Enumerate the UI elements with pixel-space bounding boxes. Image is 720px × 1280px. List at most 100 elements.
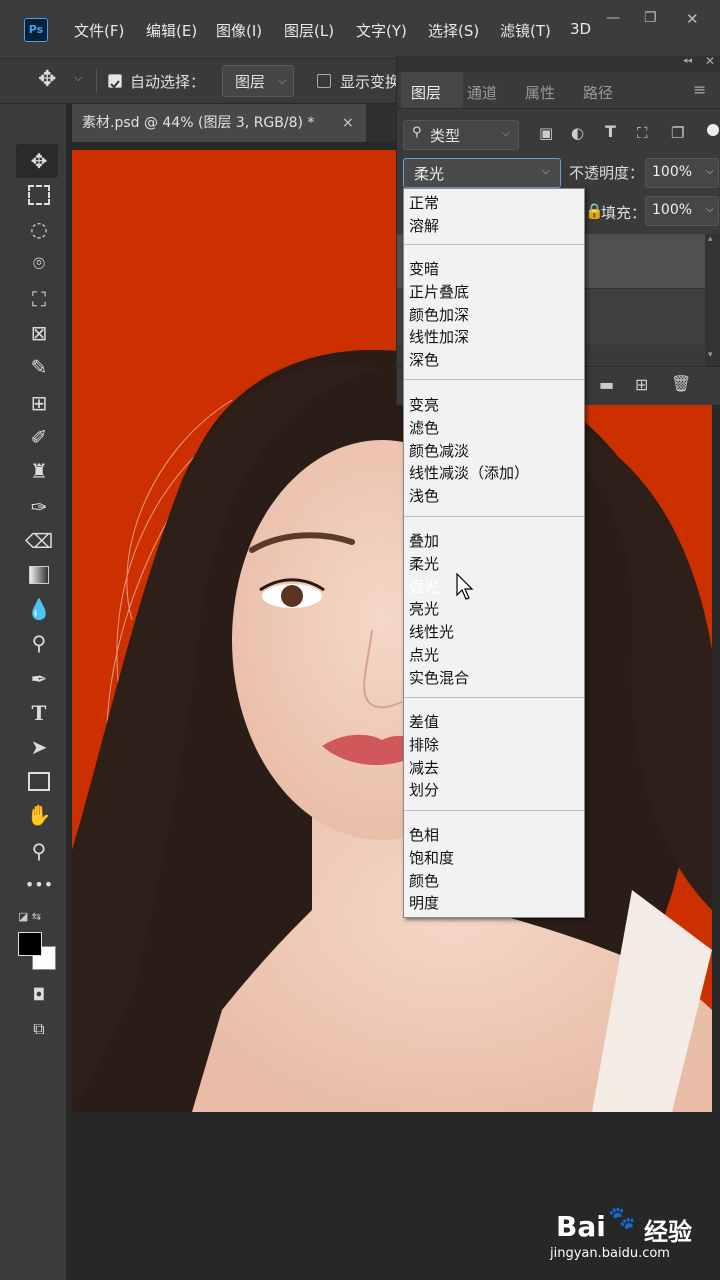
blend-mode-option[interactable]: 浅色 (409, 485, 439, 507)
blend-mode-option[interactable]: 线性加深 (409, 326, 469, 348)
frame-tool-icon[interactable]: ⊠ (24, 318, 54, 348)
menu-file[interactable]: 文件(F) (74, 20, 124, 41)
close-panel-icon[interactable]: ✕ (705, 54, 715, 68)
blend-mode-option[interactable]: 颜色减淡 (409, 440, 469, 462)
blend-mode-menu: 正常 溶解变暗 正片叠底 颜色加深 线性加深 深色变亮 滤色 颜色减淡 线性减淡（添加） 浅色叠加… (403, 188, 585, 918)
new-layer-icon[interactable]: ⊞ (635, 375, 648, 394)
type-tool-icon[interactable]: T (24, 698, 54, 728)
menu-layer[interactable]: 图层(L) (284, 20, 334, 41)
lasso-tool-icon[interactable]: ◌ (24, 214, 54, 244)
document-tab[interactable]: 素材.psd @ 44% (图层 3, RGB/8) * × (72, 104, 366, 142)
photoshop-logo: Ps (24, 18, 48, 42)
chevron-down-icon[interactable]: ⌵ (74, 71, 82, 85)
healing-brush-tool-icon[interactable]: ⊞ (24, 388, 54, 418)
auto-select-target-dropdown[interactable]: 图层 ⌵ (222, 65, 294, 97)
dodge-tool-icon[interactable]: ⚲ (24, 628, 54, 658)
blend-mode-option[interactable]: 排除 (409, 734, 439, 756)
blur-tool-icon[interactable]: 💧 (24, 594, 54, 624)
brush-tool-icon[interactable]: ✐ (24, 422, 54, 452)
hand-tool-icon[interactable]: ✋ (24, 800, 54, 830)
restore-icon[interactable]: ❐ (644, 10, 657, 26)
blend-mode-option[interactable]: 划分 (409, 779, 439, 801)
chevron-down-icon: ⌵ (706, 166, 714, 177)
tools-panel: ✥ ◌ ⌾ ⛶ ⊠ ✎ ⊞ ✐ ♜ ✑ ⌫ 💧 ⚲ ✒ T ➤ ✋ ⚲ ••• … (0, 104, 67, 1280)
more-tools-icon[interactable]: ••• (24, 870, 54, 900)
filter-type-icon[interactable]: T (605, 122, 616, 141)
blend-mode-option[interactable]: 正片叠底 (409, 281, 469, 303)
menu-separator (404, 810, 584, 811)
tab-channels[interactable]: 通道 (467, 82, 497, 103)
rectangle-tool-icon[interactable] (24, 766, 54, 796)
blend-mode-option[interactable]: 差值 (409, 711, 439, 733)
quick-mask-icon[interactable]: ◘ (24, 980, 54, 1010)
quick-select-tool-icon[interactable]: ⌾ (24, 248, 54, 278)
menu-image[interactable]: 图像(I) (216, 20, 262, 41)
blend-mode-option[interactable]: 线性光 (409, 621, 454, 643)
menu-edit[interactable]: 编辑(E) (146, 20, 197, 41)
panel-menu-icon[interactable]: ≡ (693, 80, 706, 99)
blend-mode-option[interactable]: 溶解 (409, 215, 439, 237)
pen-tool-icon[interactable]: ✒ (24, 664, 54, 694)
fill-input[interactable]: 100% ⌵ (645, 196, 719, 226)
screen-mode-icon[interactable]: ⧉ (24, 1014, 54, 1044)
filter-pixel-icon[interactable]: ▣ (539, 124, 553, 142)
menu-type[interactable]: 文字(Y) (356, 20, 407, 41)
opacity-input[interactable]: 100% ⌵ (645, 158, 719, 188)
auto-select-checkbox[interactable] (108, 74, 122, 89)
eyedropper-tool-icon[interactable]: ✎ (24, 352, 54, 382)
blend-mode-option[interactable]: 正常 (409, 192, 439, 214)
close-tab-icon[interactable]: × (342, 104, 354, 142)
blend-mode-option[interactable]: 色相 (409, 824, 439, 846)
show-transform-checkbox[interactable] (317, 74, 331, 88)
blend-mode-option[interactable]: 滤色 (409, 417, 439, 439)
zoom-tool-icon[interactable]: ⚲ (24, 836, 54, 866)
minimize-icon[interactable]: — (606, 10, 620, 26)
blend-mode-option[interactable]: 实色混合 (409, 667, 469, 689)
scroll-down-icon[interactable]: ▾ (708, 350, 713, 360)
blend-mode-dropdown[interactable]: 柔光 ⌵ (403, 158, 561, 188)
blend-mode-option[interactable]: 柔光 (409, 553, 439, 575)
menu-filter[interactable]: 滤镜(T) (500, 20, 551, 41)
gradient-tool-icon[interactable] (24, 560, 54, 590)
tab-layers[interactable]: 图层 (411, 82, 441, 103)
foreground-color-swatch[interactable] (18, 932, 42, 956)
move-tool-icon[interactable]: ✥ (24, 146, 54, 176)
blend-mode-option[interactable]: 颜色 (409, 870, 439, 892)
filter-toggle-icon[interactable] (707, 124, 719, 136)
layer-filter-dropdown[interactable]: ⚲ 类型 ⌵ (403, 120, 519, 150)
marquee-tool-icon[interactable] (24, 180, 54, 210)
tab-properties[interactable]: 属性 (525, 82, 555, 103)
blend-mode-option[interactable]: 点光 (409, 644, 439, 666)
blend-mode-option[interactable]: 变暗 (409, 258, 439, 280)
close-icon[interactable]: ✕ (686, 10, 699, 28)
filter-adjustment-icon[interactable]: ◐ (571, 124, 584, 142)
blend-mode-option[interactable]: 减去 (409, 757, 439, 779)
blend-mode-option[interactable]: 亮光 (409, 598, 439, 620)
blend-mode-option[interactable]: 明度 (409, 892, 439, 914)
blend-mode-option[interactable]: 叠加 (409, 530, 439, 552)
move-tool-icon[interactable]: ✥ (38, 67, 56, 92)
tab-paths[interactable]: 路径 (583, 82, 613, 103)
blend-mode-option[interactable]: 颜色加深 (409, 304, 469, 326)
clone-stamp-tool-icon[interactable]: ♜ (24, 456, 54, 486)
filter-smart-object-icon[interactable]: ❐ (671, 124, 684, 142)
trash-icon[interactable]: 🗑 (671, 374, 691, 393)
blend-mode-option[interactable]: 深色 (409, 349, 439, 371)
default-colors-icon[interactable]: ◪ ⇆ (18, 910, 41, 923)
menu-3d[interactable]: 3D (570, 20, 591, 38)
menu-select[interactable]: 选择(S) (428, 20, 479, 41)
eraser-tool-icon[interactable]: ⌫ (24, 526, 54, 556)
blend-mode-option[interactable]: 强光 (409, 576, 439, 598)
show-transform-label: 显示变换 (340, 73, 401, 91)
new-group-icon[interactable]: ▬ (599, 375, 614, 394)
filter-shape-icon[interactable]: ⛶ (637, 124, 648, 142)
scroll-up-icon[interactable]: ▴ (708, 234, 713, 244)
blend-mode-option[interactable]: 饱和度 (409, 847, 454, 869)
crop-tool-icon[interactable]: ⛶ (24, 284, 54, 314)
history-brush-tool-icon[interactable]: ✑ (24, 492, 54, 522)
collapse-panel-icon[interactable]: ◂◂ (683, 56, 692, 66)
blend-mode-option[interactable]: 变亮 (409, 394, 439, 416)
blend-mode-option[interactable]: 线性减淡（添加） (409, 462, 529, 484)
path-selection-tool-icon[interactable]: ➤ (24, 732, 54, 762)
layers-scrollbar[interactable]: ▴ ▾ (705, 234, 720, 366)
